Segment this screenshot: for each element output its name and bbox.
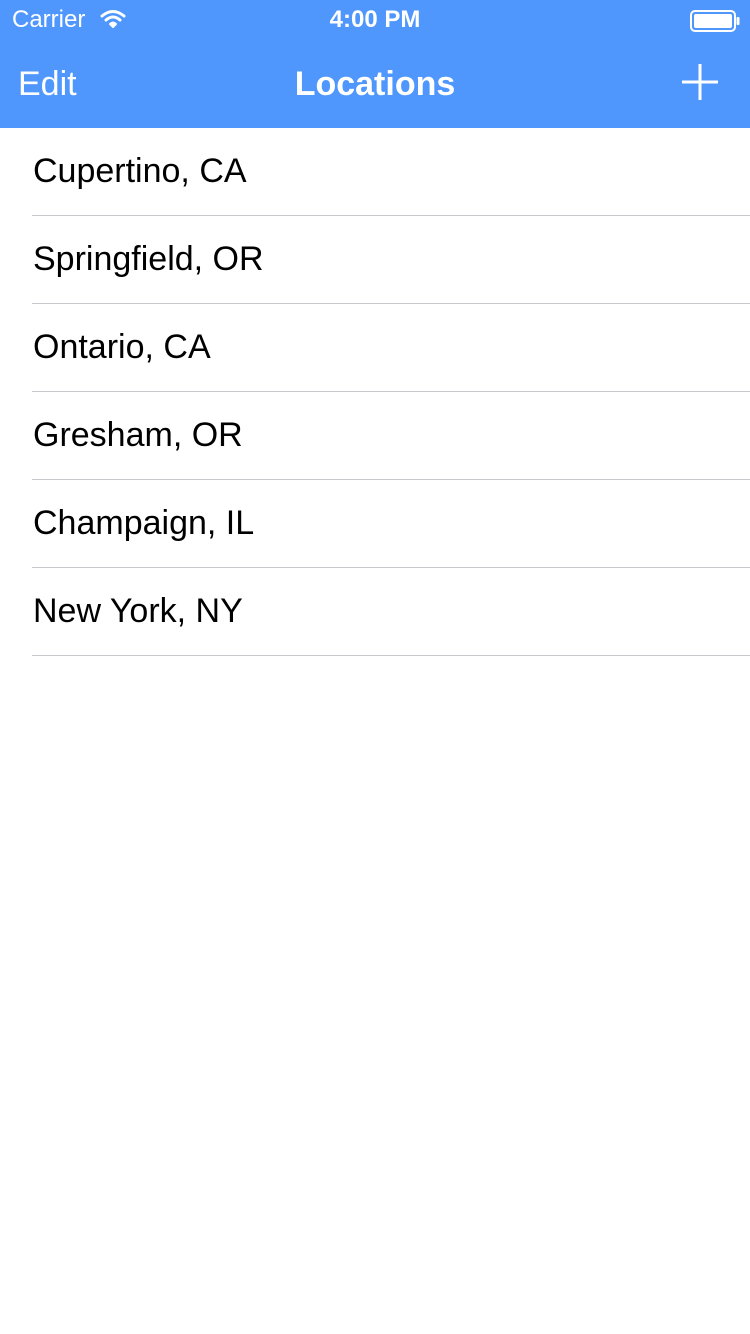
location-label: Gresham, OR [33, 416, 243, 454]
list-item[interactable]: New York, NY [0, 568, 750, 656]
location-label: Champaign, IL [33, 504, 255, 542]
location-label: Ontario, CA [33, 328, 211, 366]
location-label: New York, NY [33, 592, 243, 630]
status-time: 4:00 PM [329, 6, 421, 33]
list-item[interactable]: Cupertino, CA [0, 128, 750, 216]
add-location-button[interactable] [680, 62, 720, 102]
row-divider [32, 655, 750, 656]
list-item[interactable]: Ontario, CA [0, 304, 750, 392]
status-bar: Carrier 4:00 PM [0, 0, 750, 40]
locations-list: Cupertino, CA Springfield, OR Ontario, C… [0, 128, 750, 656]
location-label: Springfield, OR [33, 240, 264, 278]
page-title: Locations [294, 65, 456, 103]
list-item[interactable]: Gresham, OR [0, 392, 750, 480]
list-item[interactable]: Champaign, IL [0, 480, 750, 568]
plus-icon [682, 64, 718, 100]
navigation-bar: Edit Locations [0, 40, 750, 128]
header: Carrier 4:00 PM Edit Locations [0, 0, 750, 128]
list-item[interactable]: Springfield, OR [0, 216, 750, 304]
location-label: Cupertino, CA [33, 152, 247, 190]
battery-icon [690, 10, 740, 32]
